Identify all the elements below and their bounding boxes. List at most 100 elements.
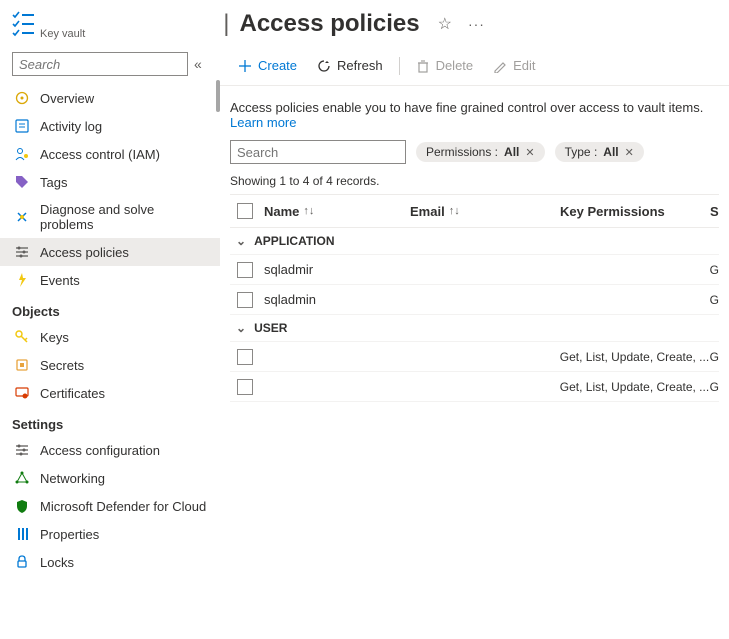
plus-icon	[238, 59, 252, 73]
sidebar-item-certificates[interactable]: Certificates	[0, 379, 220, 407]
table-row[interactable]: Get, List, Update, Create, ... G	[230, 342, 719, 372]
sidebar-item-access-configuration[interactable]: Access configuration	[0, 436, 220, 464]
sidebar-item-keys[interactable]: Keys	[0, 323, 220, 351]
cell-key-perms: Get, List, Update, Create, ...	[560, 380, 710, 394]
access-control-icon	[14, 146, 30, 162]
sidebar-item-defender[interactable]: Microsoft Defender for Cloud	[0, 492, 220, 520]
keys-icon	[14, 329, 30, 345]
column-key-permissions[interactable]: Key Permissions	[560, 204, 710, 219]
sidebar-item-events[interactable]: Events	[0, 266, 220, 294]
delete-button: Delete	[408, 54, 482, 77]
remove-filter-icon[interactable]: ✕	[525, 146, 534, 159]
edit-button: Edit	[485, 54, 543, 77]
row-checkbox[interactable]	[237, 349, 253, 365]
sidebar-item-label: Access configuration	[40, 443, 160, 458]
activity-log-icon	[14, 118, 30, 134]
sort-asc-icon: ↑↓	[449, 205, 460, 217]
section-settings: Settings	[0, 407, 220, 436]
column-name[interactable]: Name ↑↓	[260, 204, 410, 219]
toolbar: Create Refresh Delete Edit	[220, 46, 729, 86]
col-label: S	[710, 204, 719, 219]
pipe-separator: |	[223, 10, 229, 38]
section-objects: Objects	[0, 294, 220, 323]
sidebar-item-locks[interactable]: Locks	[0, 548, 220, 576]
main-content: Create Refresh Delete Edit Access polici…	[220, 46, 729, 639]
sidebar-item-tags[interactable]: Tags	[0, 168, 220, 196]
group-header-application[interactable]: ⌄ APPLICATION	[230, 228, 719, 255]
more-icon[interactable]: ···	[468, 16, 485, 32]
row-checkbox[interactable]	[237, 292, 253, 308]
sidebar-item-secrets[interactable]: Secrets	[0, 351, 220, 379]
filter-row: Permissions : All ✕ Type : All ✕	[220, 140, 729, 164]
sidebar-item-properties[interactable]: Properties	[0, 520, 220, 548]
table-row[interactable]: Get, List, Update, Create, ... G	[230, 372, 719, 402]
pill-label: Type :	[565, 145, 598, 159]
sidebar-item-networking[interactable]: Networking	[0, 464, 220, 492]
access-config-icon	[14, 442, 30, 458]
sidebar-item-overview[interactable]: Overview	[0, 84, 220, 112]
refresh-button[interactable]: Refresh	[309, 54, 391, 77]
sort-asc-icon: ↑↓	[303, 205, 314, 217]
sidebar-item-label: Networking	[40, 471, 105, 486]
learn-more-link[interactable]: Learn more	[230, 115, 296, 130]
sidebar-item-label: Secrets	[40, 358, 84, 373]
select-all-checkbox[interactable]	[237, 203, 253, 219]
pill-label: Permissions :	[426, 145, 498, 159]
collapse-sidebar-icon[interactable]: «	[194, 56, 202, 72]
sidebar-item-label: Overview	[40, 91, 94, 106]
pill-value: All	[603, 145, 618, 159]
toolbar-separator	[399, 57, 400, 75]
sidebar-item-label: Tags	[40, 175, 67, 190]
table-row[interactable]: sqladmir G	[230, 255, 719, 285]
access-policies-icon	[14, 244, 30, 260]
sidebar-search[interactable]	[12, 52, 188, 76]
cell-key-perms: Get, List, Update, Create, ...	[560, 350, 710, 364]
col-label: Key Permissions	[560, 204, 665, 219]
filter-search-input[interactable]	[237, 145, 413, 160]
sidebar-search-input[interactable]	[19, 57, 197, 72]
cell-secret-perms: G	[710, 263, 719, 277]
defender-icon	[14, 498, 30, 514]
row-checkbox[interactable]	[237, 262, 253, 278]
sidebar-item-label: Certificates	[40, 386, 105, 401]
sidebar-item-label: Keys	[40, 330, 69, 345]
sidebar-item-label: Events	[40, 273, 80, 288]
pill-value: All	[504, 145, 519, 159]
sidebar-item-diagnose[interactable]: Diagnose and solve problems	[0, 196, 220, 238]
description: Access policies enable you to have fine …	[220, 86, 729, 140]
sidebar-item-access-policies[interactable]: Access policies	[0, 238, 220, 266]
sidebar-item-label: Access control (IAM)	[40, 147, 160, 162]
create-button[interactable]: Create	[230, 54, 305, 77]
table-row[interactable]: sqladmin G	[230, 285, 719, 315]
chevron-down-icon: ⌄	[236, 321, 246, 335]
row-checkbox[interactable]	[237, 379, 253, 395]
col-label: Name	[264, 204, 299, 219]
table-header: Name ↑↓ Email↑↓ Key Permissions S	[230, 194, 719, 228]
column-secret-permissions[interactable]: S	[710, 204, 719, 219]
sidebar-item-label: Access policies	[40, 245, 129, 260]
locks-icon	[14, 554, 30, 570]
group-header-user[interactable]: ⌄ USER	[230, 315, 719, 342]
chevron-down-icon: ⌄	[236, 234, 246, 248]
remove-filter-icon[interactable]: ✕	[625, 146, 634, 159]
sidebar-item-activity-log[interactable]: Activity log	[0, 112, 220, 140]
column-email[interactable]: Email↑↓	[410, 204, 560, 219]
delete-label: Delete	[436, 58, 474, 73]
properties-icon	[14, 526, 30, 542]
networking-icon	[14, 470, 30, 486]
description-text: Access policies enable you to have fine …	[230, 100, 703, 115]
refresh-label: Refresh	[337, 58, 383, 73]
filter-pill-permissions[interactable]: Permissions : All ✕	[416, 142, 545, 162]
resource-type: Key vault	[40, 28, 85, 40]
favorite-star-icon[interactable]: ☆	[438, 14, 452, 34]
sidebar-item-access-control[interactable]: Access control (IAM)	[0, 140, 220, 168]
filter-search[interactable]	[230, 140, 406, 164]
filter-pill-type[interactable]: Type : All ✕	[555, 142, 644, 162]
secrets-icon	[14, 357, 30, 373]
key-vault-icon	[12, 11, 34, 37]
overview-icon	[14, 90, 30, 106]
page-title: Access policies	[239, 10, 419, 38]
showing-count: Showing 1 to 4 of 4 records.	[220, 164, 729, 194]
cell-secret-perms: G	[710, 380, 719, 394]
sidebar: « Overview Activity log Access control (…	[0, 46, 220, 639]
